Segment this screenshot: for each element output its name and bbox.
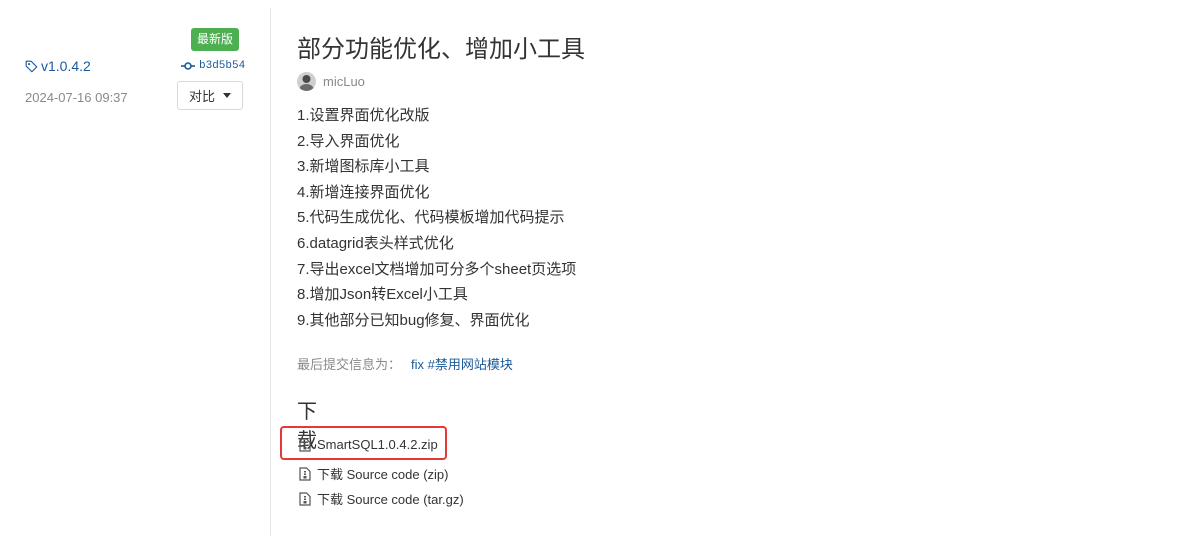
release-note-item: 9.其他部分已知bug修复、界面优化 xyxy=(297,311,530,329)
release-sidebar: v1.0.4.2 2024-07-16 09:37 最新版 b3d5b54 对比 xyxy=(0,0,270,536)
author-name: micLuo xyxy=(323,74,365,89)
avatar[interactable] xyxy=(297,72,316,91)
release-date: 2024-07-16 09:37 xyxy=(25,90,128,105)
download-source-targz[interactable]: 下载 Source code (tar.gz) xyxy=(299,489,464,508)
latest-badge: 最新版 xyxy=(191,28,240,51)
release-notes: 1.设置界面优化改版 2.导入界面优化 3.新增图标库小工具 4.新增连接界面优… xyxy=(297,103,576,333)
release-author[interactable]: micLuo xyxy=(297,72,365,91)
release-tag-link[interactable]: v1.0.4.2 xyxy=(25,58,91,74)
column-divider xyxy=(270,8,271,536)
release-note-item: 3.新增图标库小工具 xyxy=(297,158,430,176)
release-note-item: 1.设置界面优化改版 xyxy=(297,107,430,124)
tag-icon xyxy=(25,60,38,72)
file-zip-icon xyxy=(299,466,311,481)
commit-link[interactable]: b3d5b54 xyxy=(181,60,245,72)
last-commit-label: 最后提交信息为： xyxy=(297,357,402,372)
download-source-zip[interactable]: 下载 Source code (zip) xyxy=(299,464,449,483)
commit-icon xyxy=(181,62,195,70)
file-zip-icon xyxy=(299,491,311,506)
compare-dropdown[interactable]: 对比 xyxy=(177,81,243,110)
release-note-item: 8.增加Json转Excel小工具 xyxy=(297,286,468,304)
release-note-item: 5.代码生成优化、代码模板增加代码提示 xyxy=(297,209,565,227)
release-note-item: 4.新增连接界面优化 xyxy=(297,183,430,201)
download-label: 下载 Source code (zip) xyxy=(317,467,449,482)
release-tag-label: v1.0.4.2 xyxy=(41,58,91,74)
commit-hash: b3d5b54 xyxy=(199,60,246,72)
release-note-item: 6.datagrid表头样式优化 xyxy=(297,234,454,252)
release-title: 部分功能优化、增加小工具 xyxy=(297,36,585,63)
highlight-box xyxy=(280,426,447,460)
download-label: 下载 Source code (tar.gz) xyxy=(317,492,464,507)
last-commit-message: 最后提交信息为： fix #禁用网站模块 xyxy=(297,354,513,373)
release-note-item: 7.导出excel文档增加可分多个sheet页选项 xyxy=(297,260,577,278)
last-commit-link[interactable]: fix #禁用网站模块 xyxy=(411,357,513,372)
release-note-item: 2.导入界面优化 xyxy=(297,132,400,150)
caret-down-icon xyxy=(223,93,231,98)
compare-label: 对比 xyxy=(188,89,215,104)
